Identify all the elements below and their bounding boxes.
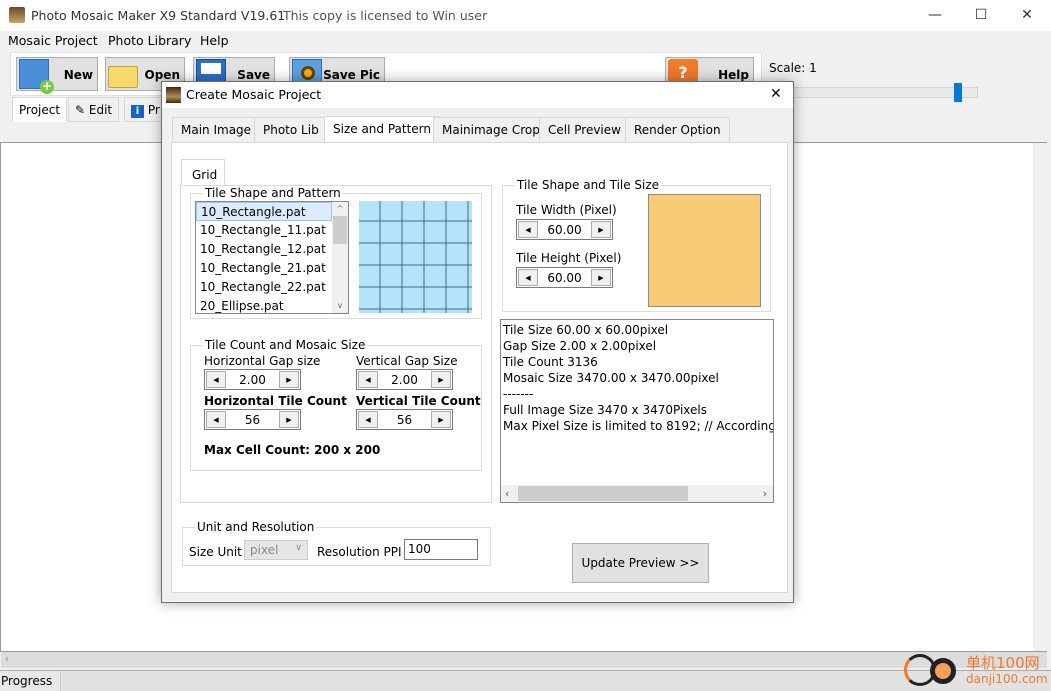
vertical-scrollbar[interactable] <box>1033 143 1047 651</box>
tile-width-label: Tile Width (Pixel) <box>516 203 617 217</box>
title-bar: Photo Mosaic Maker X9 Standard V19.61 Th… <box>0 0 1051 31</box>
scale-label: Scale: 1 <box>769 61 817 75</box>
menu-photo-library[interactable]: Photo Library <box>108 33 191 48</box>
increment-button[interactable]: ▶ <box>431 371 451 388</box>
progress-label: Progress <box>1 674 53 688</box>
tile-height-spinner[interactable]: ◀ 60.00 ▶ <box>516 267 613 288</box>
increment-button[interactable]: ▶ <box>591 269 611 286</box>
pattern-list-item[interactable]: 10_Rectangle_12.pat <box>196 240 332 259</box>
tile-height-label: Tile Height (Pixel) <box>516 251 622 265</box>
tab-size-and-pattern[interactable]: Size and Pattern <box>324 116 441 143</box>
increment-button[interactable]: ▶ <box>591 221 611 238</box>
pattern-list-item[interactable]: 10_Rectangle_22.pat <box>196 278 332 297</box>
decrement-button[interactable]: ◀ <box>358 371 378 388</box>
chevron-down-icon: ∨ <box>295 543 302 553</box>
decrement-button[interactable]: ◀ <box>358 411 378 428</box>
update-preview-button[interactable]: Update Preview >> <box>572 543 709 583</box>
close-button[interactable]: ✕ <box>1004 0 1050 31</box>
resolution-ppi-input[interactable]: 100 <box>404 539 478 560</box>
pattern-list-item[interactable]: 10_Rectangle_11.pat <box>196 221 332 240</box>
decrement-button[interactable]: ◀ <box>206 411 226 428</box>
tile-count-group: Tile Count and Mosaic Size Horizontal Ga… <box>190 338 482 471</box>
license-text: This copy is licensed to Win user <box>283 8 488 23</box>
folder-icon <box>108 66 138 88</box>
minimize-button[interactable]: — <box>912 0 958 31</box>
info-line: Mosaic Size 3470.00 x 3470.00pixel <box>503 371 719 385</box>
tab-render-option[interactable]: Render Option <box>625 117 730 143</box>
increment-button[interactable]: ▶ <box>279 411 299 428</box>
maximize-button[interactable]: ☐ <box>958 0 1004 31</box>
tile-color-preview <box>648 194 761 307</box>
listbox-scrollbar[interactable]: ^ v <box>332 202 348 313</box>
v-count-spinner[interactable]: ◀ 56 ▶ <box>356 409 453 430</box>
info-icon: i <box>131 105 144 118</box>
new-button[interactable]: + New <box>16 57 98 94</box>
v-count-label: Vertical Tile Count <box>356 394 481 408</box>
menu-help[interactable]: Help <box>200 33 229 48</box>
v-gap-label: Vertical Gap Size <box>356 354 458 368</box>
tile-shape-pattern-group: Tile Shape and Pattern 10_Rectangle.pat 1… <box>190 186 482 319</box>
size-unit-label: Size Unit <box>189 545 242 559</box>
ribbon-tab-project[interactable]: Project <box>12 97 68 122</box>
pattern-list-item[interactable]: 10_Rectangle_21.pat <box>196 259 332 278</box>
dialog-title-bar: Create Mosaic Project ✕ <box>162 82 793 108</box>
h-gap-spinner[interactable]: ◀ 2.00 ▶ <box>204 369 301 390</box>
scale-slider-thumb[interactable] <box>954 83 963 102</box>
scale-slider[interactable] <box>790 83 978 102</box>
app-icon <box>9 7 25 23</box>
increment-button[interactable]: ▶ <box>279 371 299 388</box>
ribbon-tab-edit[interactable]: ✎ Edit <box>68 97 120 122</box>
pattern-list-item[interactable]: 20_Ellipse.pat <box>196 297 332 313</box>
inner-tab-grid[interactable]: Grid <box>181 159 225 186</box>
decrement-button[interactable]: ◀ <box>206 371 226 388</box>
mona-lisa-icon <box>166 87 181 103</box>
info-line: ------- <box>503 387 534 401</box>
tab-cell-preview[interactable]: Cell Preview <box>539 117 630 143</box>
tab-main-image[interactable]: Main Image <box>172 117 261 143</box>
resolution-ppi-label: Resolution PPI <box>317 545 402 559</box>
size-and-pattern-page: Grid Tile Shape and Pattern 10_Rectangle… <box>171 142 788 593</box>
dialog-close-button[interactable]: ✕ <box>770 86 782 102</box>
horizontal-scrollbar[interactable]: ‹ <box>1 652 1047 668</box>
decrement-button[interactable]: ◀ <box>518 269 538 286</box>
info-line: Max Pixel Size is limited to 8192; // Ac… <box>503 419 774 433</box>
info-line: Tile Size 60.00 x 60.00pixel <box>503 323 669 337</box>
status-bar: Progress <box>0 670 1051 691</box>
watermark-logo: 单机100网 danji100.com <box>902 650 1051 691</box>
h-count-spinner[interactable]: ◀ 56 ▶ <box>204 409 301 430</box>
max-cell-count: Max Cell Count: 200 x 200 <box>204 443 381 457</box>
h-gap-label: Horizontal Gap size <box>204 354 321 368</box>
tab-photo-lib[interactable]: Photo Lib <box>254 117 328 143</box>
info-textbox[interactable]: Tile Size 60.00 x 60.00pixel Gap Size 2.0… <box>500 319 774 503</box>
v-gap-spinner[interactable]: ◀ 2.00 ▶ <box>356 369 453 390</box>
h-count-label: Horizontal Tile Count <box>204 394 347 408</box>
tile-width-spinner[interactable]: ◀ 60.00 ▶ <box>516 219 613 240</box>
info-horizontal-scrollbar[interactable]: ‹ › <box>501 485 773 502</box>
menu-mosaic-project[interactable]: Mosaic Project <box>8 33 98 48</box>
decrement-button[interactable]: ◀ <box>518 221 538 238</box>
create-mosaic-project-dialog: Create Mosaic Project ✕ Main Image Photo… <box>161 81 794 603</box>
window-title: Photo Mosaic Maker X9 Standard V19.61 <box>31 8 286 23</box>
info-line: Full Image Size 3470 x 3470Pixels <box>503 403 707 417</box>
dialog-title: Create Mosaic Project <box>186 87 322 102</box>
increment-button[interactable]: ▶ <box>431 411 451 428</box>
pencil-icon: ✎ <box>75 103 89 117</box>
pattern-listbox[interactable]: 10_Rectangle.pat 10_Rectangle_11.pat 10_Re… <box>195 201 349 314</box>
unit-resolution-group: Unit and Resolution Size Unit pixel ∨ Res… <box>182 520 491 566</box>
size-unit-select[interactable]: pixel ∨ <box>244 540 308 560</box>
tab-mainimage-crop[interactable]: Mainimage Crop <box>433 117 549 143</box>
tile-size-group: Tile Shape and Tile Size Tile Width (Pix… <box>502 178 771 312</box>
pattern-list-item[interactable]: 10_Rectangle.pat <box>196 202 332 221</box>
pattern-preview <box>359 201 472 313</box>
info-line: Gap Size 2.00 x 2.00pixel <box>503 339 657 353</box>
new-document-icon: + <box>19 59 54 94</box>
info-line: Tile Count 3136 <box>503 355 598 369</box>
